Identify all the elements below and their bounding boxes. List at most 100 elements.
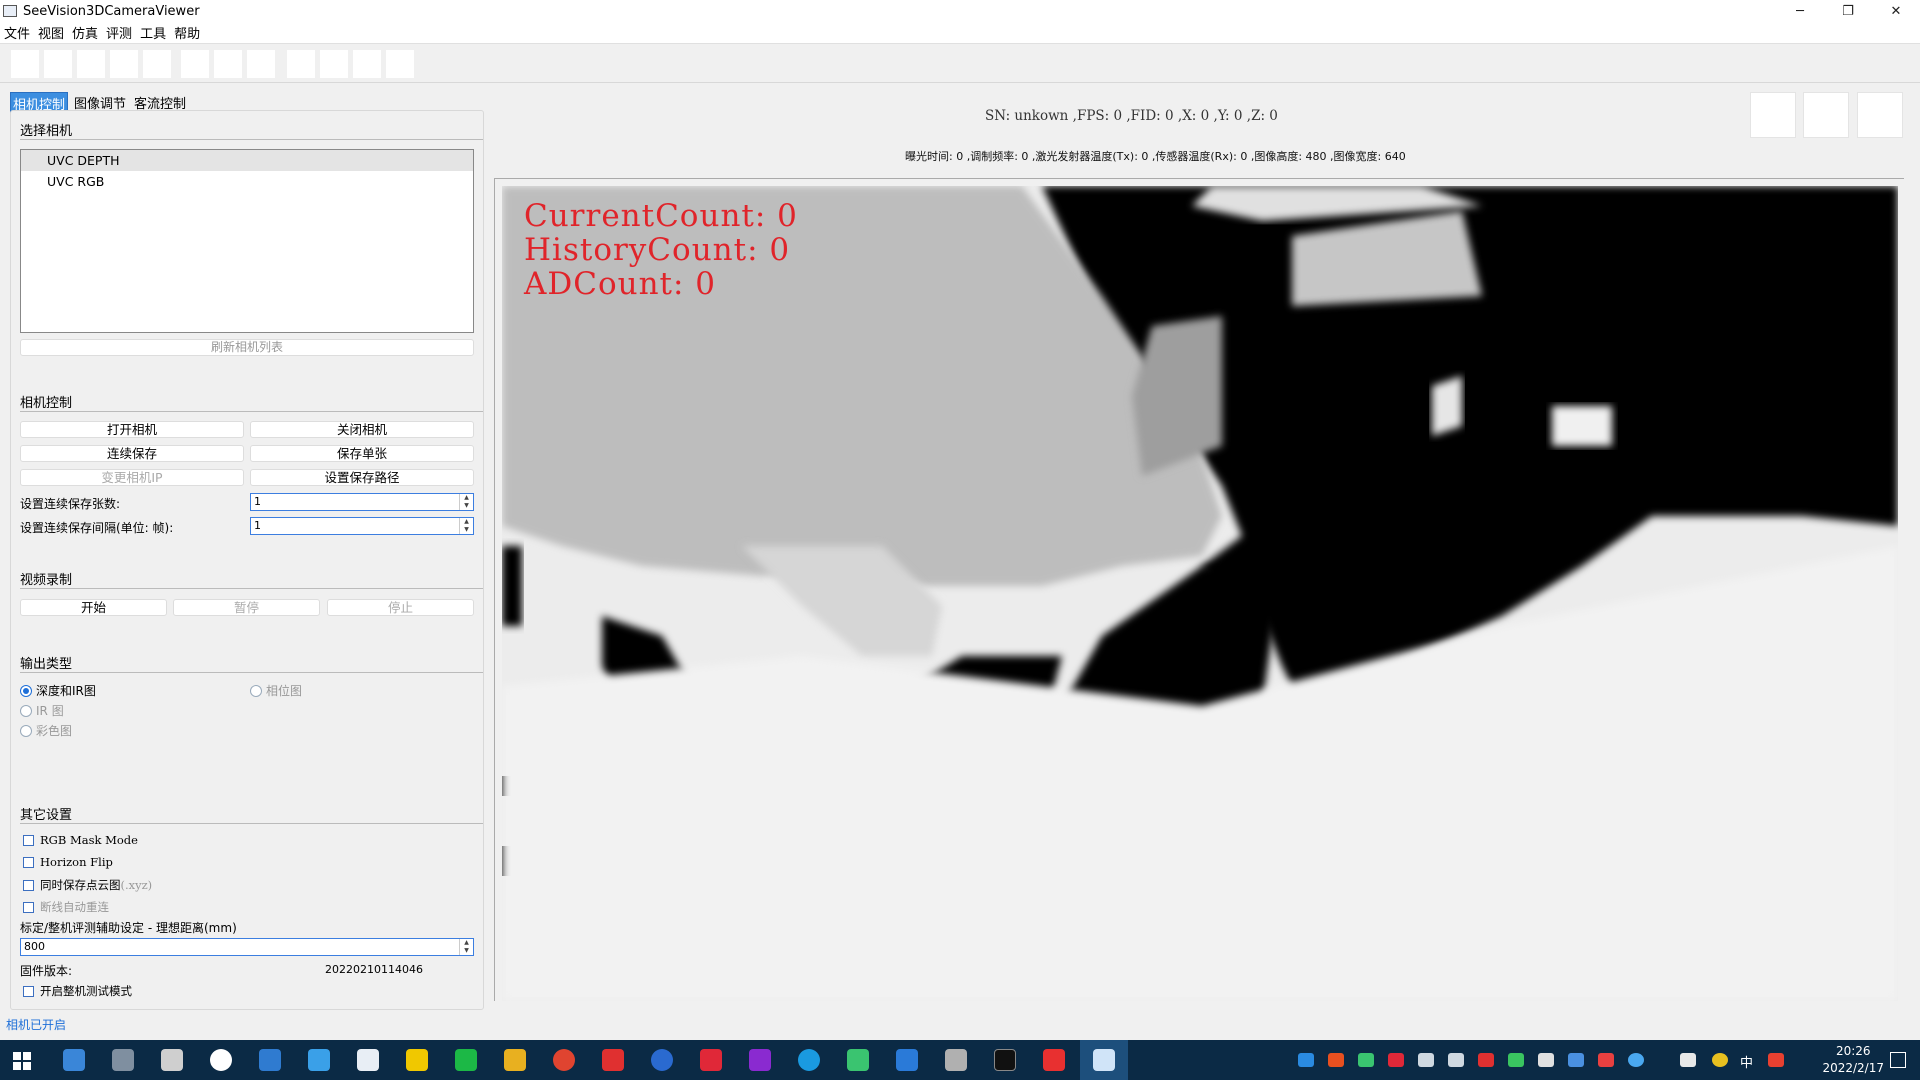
tray-icon[interactable] [1478, 1053, 1494, 1067]
wechat-tray-icon[interactable] [1508, 1053, 1524, 1067]
firmware-version: 20220210114046 [325, 963, 423, 976]
radio-label: 深度和IR图 [36, 684, 96, 698]
qq-tray-icon[interactable] [1538, 1053, 1554, 1067]
camera-list-item[interactable]: UVC RGB [21, 171, 473, 192]
menu-tools[interactable]: 工具 [140, 23, 166, 42]
menu-file[interactable]: 文件 [4, 23, 30, 42]
android-studio-icon[interactable] [847, 1049, 869, 1071]
checkbox-save-pointcloud[interactable]: 同时保存点云图 (.xyz) [23, 877, 152, 893]
toolbar-button-9[interactable] [286, 49, 316, 79]
toolbar-button-11[interactable] [352, 49, 382, 79]
save-count-spinbox[interactable]: 1 ▲ ▼ [250, 493, 474, 511]
app-icon[interactable] [210, 1049, 232, 1071]
system-clock[interactable]: 20:26 2022/2/17 [1822, 1043, 1884, 1077]
app-icon[interactable] [896, 1049, 918, 1071]
toolbar-button-6[interactable] [180, 49, 210, 79]
volume-icon[interactable] [1680, 1053, 1696, 1067]
change-camera-ip-button[interactable]: 变更相机IP [20, 469, 244, 486]
calib-distance-spinbox[interactable]: 800 ▲ ▼ [20, 938, 474, 956]
chrome-icon[interactable] [553, 1049, 575, 1071]
menu-view[interactable]: 视图 [38, 23, 64, 42]
record-start-button[interactable]: 开始 [20, 599, 167, 616]
checkbox-auto-reconnect[interactable]: 断线自动重连 [23, 899, 109, 915]
tray-icon[interactable] [1418, 1053, 1434, 1067]
app-icon[interactable] [1043, 1049, 1065, 1071]
tray-icon[interactable] [1298, 1053, 1314, 1067]
save-single-button[interactable]: 保存单张 [250, 445, 474, 462]
continuous-save-button[interactable]: 连续保存 [20, 445, 244, 462]
tray-icon[interactable] [1448, 1053, 1464, 1067]
camera-viewer-app-icon[interactable] [1093, 1049, 1115, 1071]
menu-simulation[interactable]: 仿真 [72, 23, 98, 42]
toolbar-button-5[interactable] [142, 49, 172, 79]
spin-arrows-icon[interactable]: ▲ ▼ [459, 494, 473, 510]
app-icon[interactable] [602, 1049, 624, 1071]
depth-image-viewer[interactable]: CurrentCount: 0 HistoryCount: 0 ADCount:… [502, 186, 1898, 1001]
toolbar-button-4[interactable] [109, 49, 139, 79]
camera-info-line: SN: unkown ,FPS: 0 ,FID: 0 ,X: 0 ,Y: 0 ,… [985, 108, 1278, 124]
minimize-button[interactable]: ─ [1776, 0, 1824, 22]
refresh-camera-list-button[interactable]: 刷新相机列表 [20, 339, 474, 356]
checkbox-rgb-mask[interactable]: RGB Mask Mode [23, 833, 138, 847]
radio-depth-ir[interactable]: 深度和IR图 [20, 682, 96, 699]
sogou-ime-icon[interactable] [1768, 1053, 1784, 1067]
app-icon[interactable] [112, 1049, 134, 1071]
spin-arrows-icon[interactable]: ▲ ▼ [459, 518, 473, 534]
restore-button[interactable]: ❐ [1824, 0, 1872, 22]
app-icon[interactable] [161, 1049, 183, 1071]
radio-ir[interactable]: IR 图 [20, 702, 64, 719]
settings-app-icon[interactable] [63, 1049, 85, 1071]
checkbox-horizon-flip[interactable]: Horizon Flip [23, 855, 113, 869]
app-icon[interactable] [651, 1049, 673, 1071]
tray-icon[interactable] [1388, 1053, 1404, 1067]
app-icon[interactable] [945, 1049, 967, 1071]
record-pause-button[interactable]: 暂停 [173, 599, 320, 616]
app-icon[interactable] [357, 1049, 379, 1071]
tray-icon[interactable] [1712, 1053, 1728, 1067]
file-explorer-icon[interactable] [504, 1049, 526, 1071]
checkbox-test-mode[interactable]: 开启整机测试模式 [23, 983, 132, 999]
close-camera-button[interactable]: 关闭相机 [250, 421, 474, 438]
toolbar-button-1[interactable] [10, 49, 40, 79]
tray-icon[interactable] [1628, 1053, 1644, 1067]
save-interval-spinbox[interactable]: 1 ▲ ▼ [250, 517, 474, 535]
spin-arrows-icon[interactable]: ▲ ▼ [459, 939, 473, 955]
view-button-1[interactable] [1750, 92, 1796, 138]
windows-start-icon[interactable] [13, 1052, 31, 1070]
ime-indicator[interactable]: 中 [1740, 1052, 1753, 1071]
toolbar-button-3[interactable] [76, 49, 106, 79]
camera-list-item[interactable]: UVC DEPTH [21, 150, 473, 171]
tray-icon[interactable] [1568, 1053, 1584, 1067]
toolbar-button-12[interactable] [385, 49, 415, 79]
record-stop-button[interactable]: 停止 [327, 599, 474, 616]
toolbar-button-2[interactable] [43, 49, 73, 79]
tray-icon[interactable] [1598, 1053, 1614, 1067]
toolbar-button-7[interactable] [213, 49, 243, 79]
notification-icon[interactable] [1890, 1052, 1906, 1068]
menu-evaluation[interactable]: 评测 [106, 23, 132, 42]
sensor-info-line: 曝光时间: 0 ,调制频率: 0 ,激光发射器温度(Tx): 0 ,传感器温度(… [905, 150, 1406, 163]
app-icon[interactable] [700, 1049, 722, 1071]
terminal-icon[interactable] [994, 1049, 1016, 1071]
pycharm-icon[interactable] [455, 1049, 477, 1071]
open-camera-button[interactable]: 打开相机 [20, 421, 244, 438]
tray-icon[interactable] [1328, 1053, 1344, 1067]
toolbar-button-10[interactable] [319, 49, 349, 79]
clock-time: 20:26 [1835, 1044, 1871, 1058]
checkbox-icon [23, 985, 34, 997]
app-icon[interactable] [259, 1049, 281, 1071]
radio-phase[interactable]: 相位图 [250, 682, 302, 699]
tray-icon[interactable] [1358, 1053, 1374, 1067]
view-button-2[interactable] [1803, 92, 1849, 138]
intellij-icon[interactable] [749, 1049, 771, 1071]
view-button-3[interactable] [1857, 92, 1903, 138]
menu-help[interactable]: 帮助 [174, 23, 200, 42]
camera-list[interactable]: UVC DEPTH UVC RGB [20, 149, 474, 333]
toolbar-button-8[interactable] [246, 49, 276, 79]
close-button[interactable]: ✕ [1872, 0, 1920, 22]
radio-color[interactable]: 彩色图 [20, 722, 72, 739]
player-app-icon[interactable] [406, 1049, 428, 1071]
app-icon[interactable] [798, 1049, 820, 1071]
set-save-path-button[interactable]: 设置保存路径 [250, 469, 474, 486]
app-icon[interactable] [308, 1049, 330, 1071]
